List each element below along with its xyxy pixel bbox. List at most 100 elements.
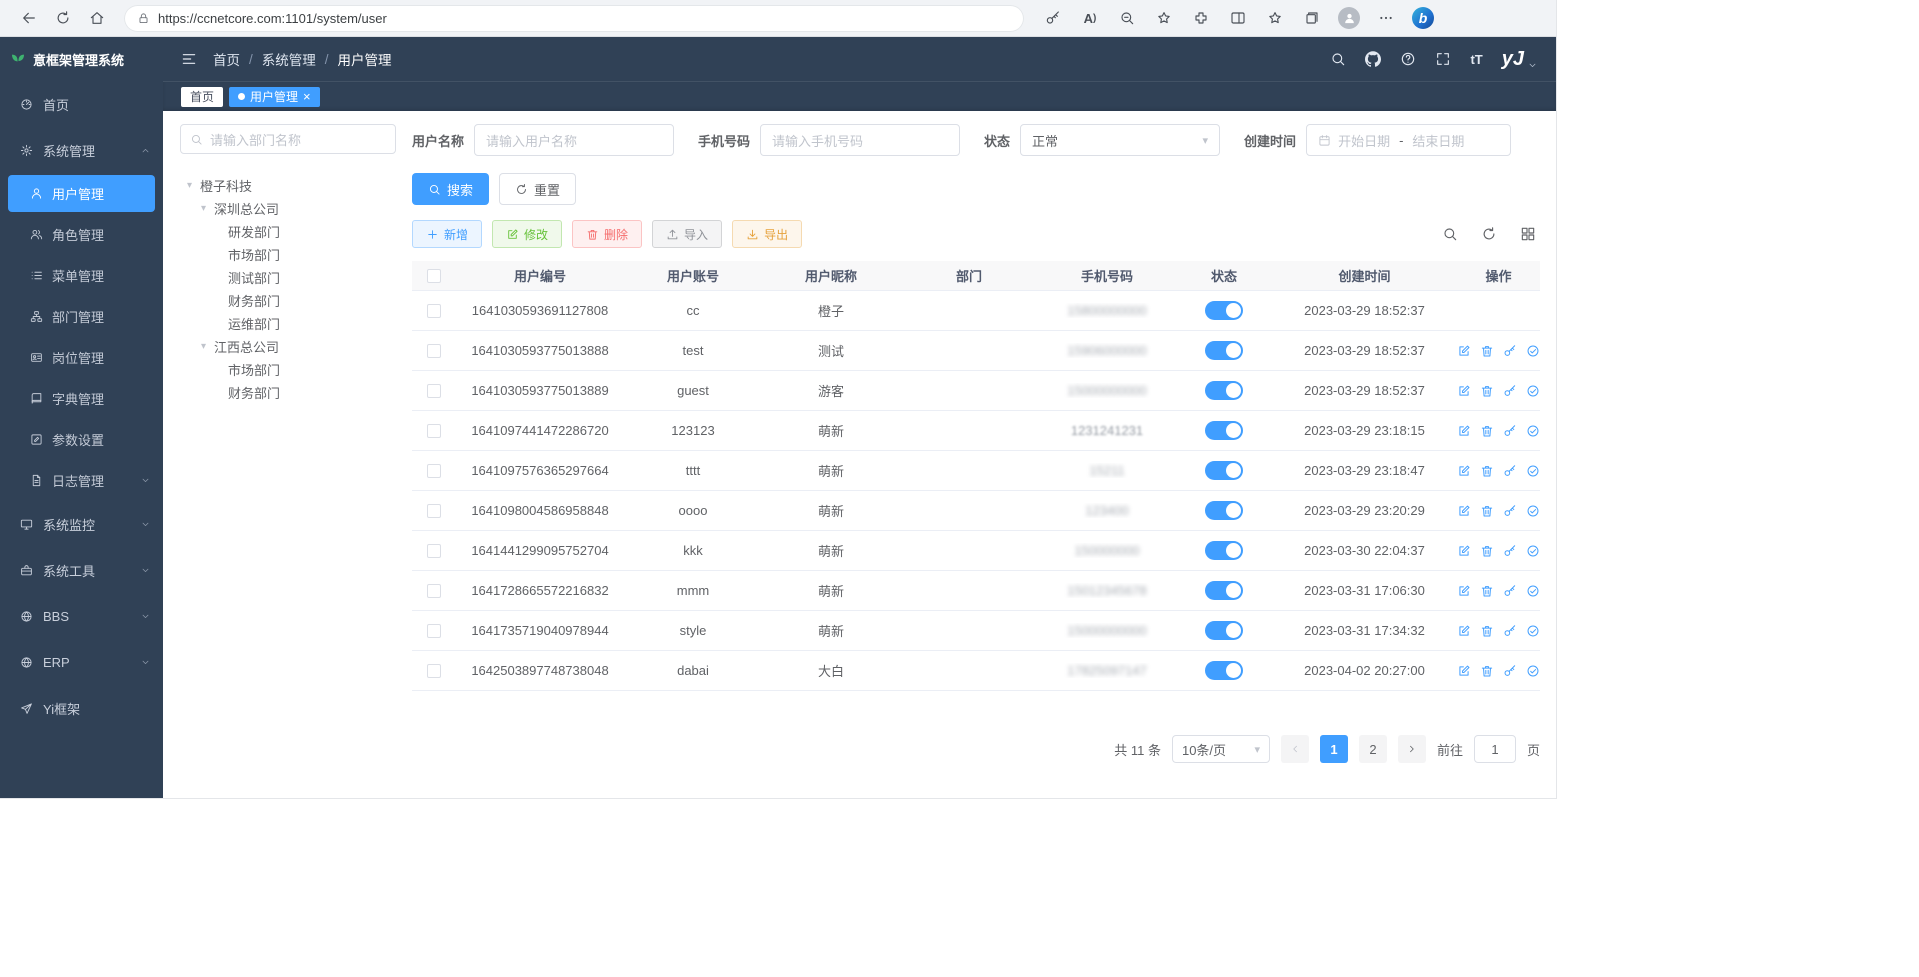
reset-password-icon[interactable]	[1503, 584, 1517, 598]
sidebar-item-post-mgmt[interactable]: 岗位管理	[0, 337, 163, 378]
font-size-icon[interactable]: tT	[1470, 52, 1482, 67]
page-size-select[interactable]: 10条/页 ▾	[1172, 735, 1270, 763]
goto-page-input[interactable]	[1474, 735, 1516, 763]
github-icon[interactable]	[1365, 51, 1381, 67]
page-button-2[interactable]: 2	[1359, 735, 1387, 763]
dept-search-input[interactable]: 请输入部门名称	[180, 124, 396, 154]
status-toggle[interactable]	[1205, 421, 1243, 440]
reset-password-icon[interactable]	[1503, 384, 1517, 398]
edit-icon[interactable]	[1457, 664, 1471, 678]
prev-page-button[interactable]	[1281, 735, 1309, 763]
tree-node-leaf[interactable]: 市场部门	[180, 243, 396, 266]
sidebar-item-dict-mgmt[interactable]: 字典管理	[0, 378, 163, 419]
import-button[interactable]: 导入	[652, 220, 722, 248]
edit-icon[interactable]	[1457, 584, 1471, 598]
refresh-button[interactable]	[46, 4, 80, 32]
delete-icon[interactable]	[1480, 584, 1494, 598]
tree-node-leaf[interactable]: 财务部门	[180, 289, 396, 312]
tree-node-root[interactable]: ▾ 橙子科技	[180, 174, 396, 197]
search-button[interactable]: 搜索	[412, 173, 489, 205]
reset-button[interactable]: 重置	[499, 173, 576, 205]
sidebar-item-erp[interactable]: ERP	[0, 639, 163, 685]
table-refresh-icon[interactable]	[1477, 222, 1501, 246]
edit-icon[interactable]	[1457, 624, 1471, 638]
collections-icon[interactable]	[1297, 4, 1327, 32]
sidebar-toggle-icon[interactable]	[181, 51, 197, 67]
assign-role-icon[interactable]	[1526, 424, 1540, 438]
reset-password-icon[interactable]	[1503, 544, 1517, 558]
edit-icon[interactable]	[1457, 384, 1471, 398]
edit-icon[interactable]	[1457, 504, 1471, 518]
delete-icon[interactable]	[1480, 424, 1494, 438]
assign-role-icon[interactable]	[1526, 664, 1540, 678]
status-toggle[interactable]	[1205, 341, 1243, 360]
row-checkbox[interactable]	[427, 624, 441, 638]
sidebar-item-bbs[interactable]: BBS	[0, 593, 163, 639]
breadcrumb-item[interactable]: 系统管理	[262, 49, 316, 69]
question-icon[interactable]	[1400, 51, 1416, 67]
sidebar-item-menu-mgmt[interactable]: 菜单管理	[0, 255, 163, 296]
user-avatar-logo[interactable]: yJ	[1502, 49, 1538, 69]
status-toggle[interactable]	[1205, 381, 1243, 400]
delete-icon[interactable]	[1480, 464, 1494, 478]
status-toggle[interactable]	[1205, 301, 1243, 320]
row-checkbox[interactable]	[427, 384, 441, 398]
sidebar-item-yi-framework[interactable]: Yi框架	[0, 685, 163, 731]
row-checkbox[interactable]	[427, 464, 441, 478]
reset-password-icon[interactable]	[1503, 504, 1517, 518]
sidebar-item-system-tools[interactable]: 系统工具	[0, 547, 163, 593]
page-button-1[interactable]: 1	[1320, 735, 1348, 763]
status-select[interactable]: 正常 ▾	[1020, 124, 1220, 156]
fullscreen-icon[interactable]	[1435, 51, 1451, 67]
split-screen-icon[interactable]	[1223, 4, 1253, 32]
add-button[interactable]: 新增	[412, 220, 482, 248]
tree-node-leaf[interactable]: 研发部门	[180, 220, 396, 243]
sidebar-item-dept-mgmt[interactable]: 部门管理	[0, 296, 163, 337]
row-checkbox[interactable]	[427, 304, 441, 318]
tree-node-leaf[interactable]: 财务部门	[180, 381, 396, 404]
next-page-button[interactable]	[1398, 735, 1426, 763]
home-button[interactable]	[80, 4, 114, 32]
address-bar[interactable]: https://ccnetcore.com:1101/system/user	[124, 5, 1024, 32]
row-checkbox[interactable]	[427, 424, 441, 438]
username-input[interactable]: 请输入用户名称	[474, 124, 674, 156]
search-icon[interactable]	[1330, 51, 1346, 67]
status-toggle[interactable]	[1205, 621, 1243, 640]
back-button[interactable]	[12, 4, 46, 32]
password-key-icon[interactable]	[1038, 4, 1068, 32]
status-toggle[interactable]	[1205, 501, 1243, 520]
sidebar-item-system-monitor[interactable]: 系统监控	[0, 501, 163, 547]
sidebar-item-user-mgmt[interactable]: 用户管理	[8, 175, 155, 212]
tree-node-branch[interactable]: ▾ 江西总公司	[180, 335, 396, 358]
more-menu-icon[interactable]	[1371, 4, 1401, 32]
export-button[interactable]: 导出	[732, 220, 802, 248]
edit-icon[interactable]	[1457, 344, 1471, 358]
tree-node-leaf[interactable]: 市场部门	[180, 358, 396, 381]
assign-role-icon[interactable]	[1526, 384, 1540, 398]
tab-home[interactable]: 首页	[181, 87, 223, 107]
date-range-input[interactable]: 开始日期 - 结束日期	[1306, 124, 1511, 156]
assign-role-icon[interactable]	[1526, 464, 1540, 478]
status-toggle[interactable]	[1205, 661, 1243, 680]
bing-logo[interactable]: b	[1408, 4, 1438, 32]
favorites-bar-icon[interactable]	[1260, 4, 1290, 32]
edit-button[interactable]: 修改	[492, 220, 562, 248]
reset-password-icon[interactable]	[1503, 664, 1517, 678]
delete-button[interactable]: 删除	[572, 220, 642, 248]
select-all-checkbox[interactable]	[427, 269, 441, 283]
row-checkbox[interactable]	[427, 544, 441, 558]
sidebar-item-log-mgmt[interactable]: 日志管理	[0, 460, 163, 501]
assign-role-icon[interactable]	[1526, 584, 1540, 598]
edit-icon[interactable]	[1457, 464, 1471, 478]
status-toggle[interactable]	[1205, 541, 1243, 560]
row-checkbox[interactable]	[427, 344, 441, 358]
profile-avatar[interactable]	[1334, 4, 1364, 32]
column-settings-icon[interactable]	[1516, 222, 1540, 246]
assign-role-icon[interactable]	[1526, 504, 1540, 518]
assign-role-icon[interactable]	[1526, 544, 1540, 558]
tab-user-mgmt[interactable]: 用户管理 ×	[229, 87, 320, 107]
delete-icon[interactable]	[1480, 544, 1494, 558]
reset-password-icon[interactable]	[1503, 344, 1517, 358]
assign-role-icon[interactable]	[1526, 624, 1540, 638]
tree-node-leaf[interactable]: 运维部门	[180, 312, 396, 335]
